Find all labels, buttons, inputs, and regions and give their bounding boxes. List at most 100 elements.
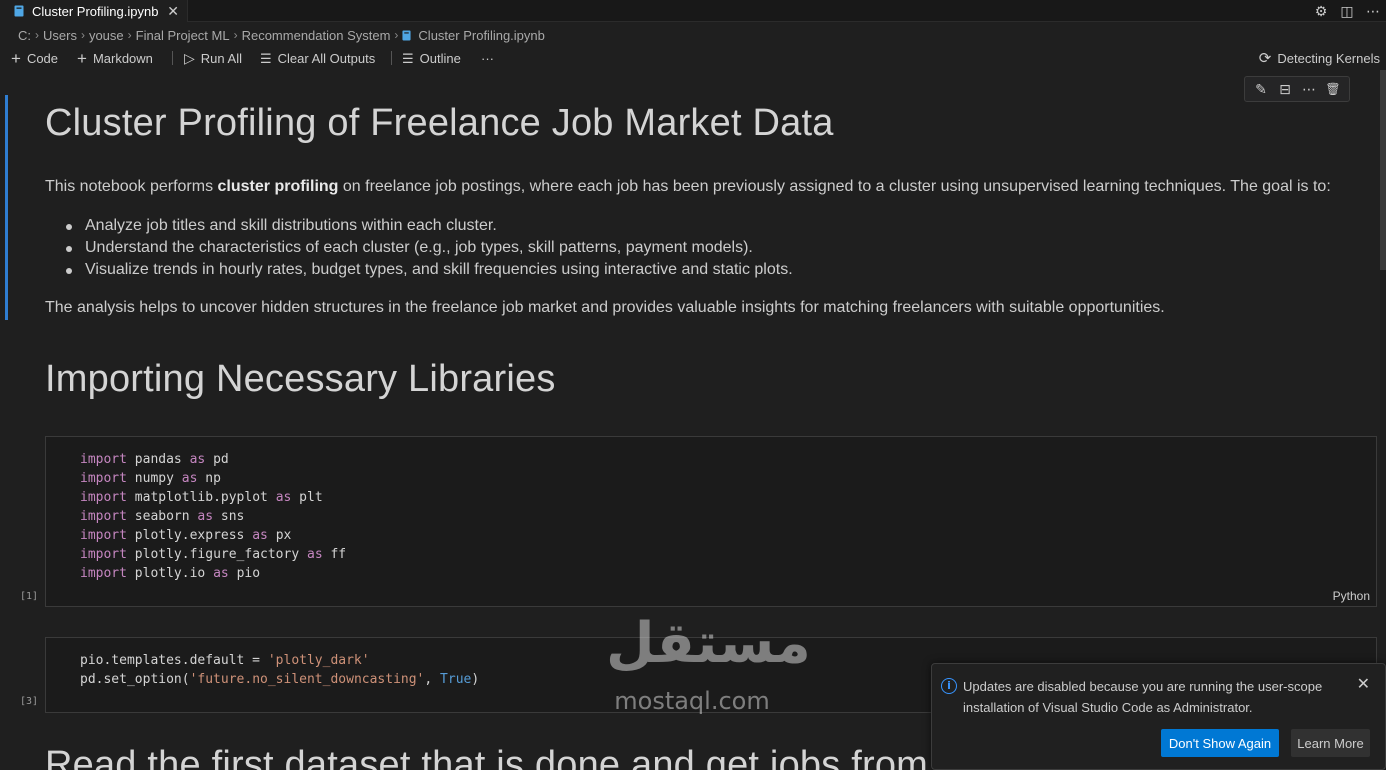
clear-outputs-icon: ☰ <box>260 50 272 66</box>
toolbar-divider <box>391 51 392 65</box>
code-line: import matplotlib.pyplot as plt <box>80 488 346 507</box>
execution-count: [1] <box>20 591 39 602</box>
code-editor[interactable]: import pandas as pd import numpy as np imp… <box>80 450 346 583</box>
code-alias: plt <box>299 490 323 505</box>
breadcrumb-item-final-project[interactable]: Final Project ML <box>136 28 230 43</box>
code-keyword: as <box>189 452 206 467</box>
notebook-file-icon <box>14 5 24 17</box>
outline-label: Outline <box>419 50 461 66</box>
markdown-heading-read-dataset: Read the first dataset that is done and … <box>45 744 1063 770</box>
add-markdown-cell-button[interactable]: + Markdown <box>77 47 153 69</box>
clear-all-outputs-button[interactable]: ☰ Clear All Outputs <box>260 47 375 69</box>
execution-count: [3] <box>20 696 39 707</box>
code-line: import plotly.express as px <box>80 526 346 545</box>
tab-cluster-profiling[interactable]: Cluster Profiling.ipynb ✕ <box>0 0 188 22</box>
split-editor-icon[interactable]: ◫ <box>1334 3 1360 20</box>
code-module: matplotlib.pyplot <box>134 490 268 505</box>
breadcrumb-item-drive[interactable]: C: <box>18 28 31 43</box>
tab-title: Cluster Profiling.ipynb <box>32 3 159 19</box>
toolbar-more-button[interactable]: ··· <box>481 47 494 69</box>
add-code-cell-button[interactable]: + Code <box>11 47 58 69</box>
cell-focus-indicator <box>5 95 8 320</box>
breadcrumb-separator-icon: › <box>80 28 85 42</box>
cell-more-icon[interactable]: ⋯ <box>1298 81 1320 98</box>
breadcrumb: C: › Users › youse › Final Project ML › … <box>18 26 545 44</box>
add-code-label: Code <box>26 50 59 66</box>
code-module: plotly.io <box>134 566 206 581</box>
close-notification-icon[interactable]: ✕ <box>1357 674 1370 694</box>
plus-icon: + <box>77 48 87 68</box>
dont-show-again-button[interactable]: Don't Show Again <box>1161 729 1279 757</box>
breadcrumb-item-users[interactable]: Users <box>43 28 77 43</box>
intro-text-bold: cluster profiling <box>217 178 339 195</box>
code-module: plotly.express <box>134 528 245 543</box>
code-module: numpy <box>134 471 174 486</box>
edit-cell-icon[interactable]: ✎ <box>1250 81 1272 98</box>
delete-cell-icon[interactable]: 🗑 <box>1322 82 1344 96</box>
code-editor[interactable]: pio.templates.default = 'plotly_dark' pd… <box>80 651 479 689</box>
code-keyword: import <box>80 471 127 486</box>
code-keyword: as <box>307 547 323 562</box>
code-module: plotly.figure_factory <box>134 547 300 562</box>
more-actions-icon[interactable]: ⋯ <box>1360 3 1386 20</box>
code-alias: pd <box>213 452 229 467</box>
outline-icon: ☰ <box>402 50 414 66</box>
breadcrumb-separator-icon: › <box>394 28 399 42</box>
code-keyword: as <box>197 509 214 524</box>
cell-language-label[interactable]: Python <box>1333 589 1370 603</box>
code-keyword: import <box>80 509 127 524</box>
settings-gear-icon[interactable]: ⚙ <box>1308 3 1334 20</box>
code-module: pandas <box>134 452 182 467</box>
toolbar-divider <box>172 51 173 65</box>
run-all-button[interactable]: ▷ Run All <box>184 47 242 69</box>
code-keyword: import <box>80 528 127 543</box>
code-string: 'plotly_dark' <box>267 653 370 668</box>
breadcrumb-separator-icon: › <box>233 28 238 42</box>
intro-text-after: on freelance job postings, where each jo… <box>338 178 1331 195</box>
cell-toolbar: ✎ ⊟ ⋯ 🗑 <box>1244 76 1350 102</box>
code-alias: sns <box>220 509 245 524</box>
code-keyword: import <box>80 452 127 467</box>
breadcrumb-item-recommendation-system[interactable]: Recommendation System <box>242 28 391 43</box>
code-module: seaborn <box>134 509 190 524</box>
more-icon: ··· <box>481 50 494 66</box>
breadcrumb-separator-icon: › <box>127 28 132 42</box>
breadcrumb-item-youse[interactable]: youse <box>89 28 124 43</box>
outline-button[interactable]: ☰ Outline <box>402 47 461 69</box>
breadcrumb-item-file[interactable]: Cluster Profiling.ipynb <box>418 28 544 43</box>
add-markdown-label: Markdown <box>92 50 153 66</box>
markdown-title: Cluster Profiling of Freelance Job Marke… <box>45 102 834 144</box>
code-alias: np <box>205 471 221 486</box>
breadcrumb-separator-icon: › <box>35 28 39 42</box>
intro-text-before: This notebook performs <box>45 178 218 195</box>
notebook-toolbar: + Code + Markdown ▷ Run All ☰ Clear All … <box>0 47 1386 69</box>
code-constant: True <box>440 672 472 687</box>
code-alias: px <box>275 528 292 543</box>
code-keyword: import <box>80 547 127 562</box>
code-alias: ff <box>330 547 347 562</box>
split-cell-icon[interactable]: ⊟ <box>1274 81 1296 98</box>
learn-more-button[interactable]: Learn More <box>1291 729 1370 757</box>
code-keyword: import <box>80 566 127 581</box>
kernel-status-label: Detecting Kernels <box>1277 50 1380 66</box>
vertical-scrollbar[interactable] <box>1380 70 1386 270</box>
editor-tab-bar: Cluster Profiling.ipynb ✕ ⚙ ◫ ⋯ <box>0 0 1386 22</box>
markdown-intro: This notebook performs cluster profiling… <box>45 178 1331 196</box>
notification-message: Updates are disabled because you are run… <box>963 679 1323 715</box>
sync-icon: ⟳ <box>1258 50 1272 67</box>
run-all-label: Run All <box>200 50 242 66</box>
code-text: pd.set_option( <box>80 672 190 687</box>
code-keyword: as <box>213 566 229 581</box>
code-keyword: import <box>80 490 127 505</box>
code-line: import plotly.figure_factory as ff <box>80 545 346 564</box>
list-item: Understand the characteristics of each c… <box>64 237 793 259</box>
code-cell-imports[interactable]: import pandas as pd import numpy as np imp… <box>45 436 1377 607</box>
code-keyword: as <box>252 528 268 543</box>
code-keyword: as <box>181 471 198 486</box>
kernel-picker[interactable]: ⟳ Detecting Kernels <box>1259 47 1380 69</box>
list-item: Visualize trends in hourly rates, budget… <box>64 259 793 281</box>
code-line: import pandas as pd <box>80 450 346 469</box>
code-line: import seaborn as sns <box>80 507 346 526</box>
update-notification: i Updates are disabled because you are r… <box>931 663 1386 770</box>
tab-close-icon[interactable]: ✕ <box>167 3 179 19</box>
